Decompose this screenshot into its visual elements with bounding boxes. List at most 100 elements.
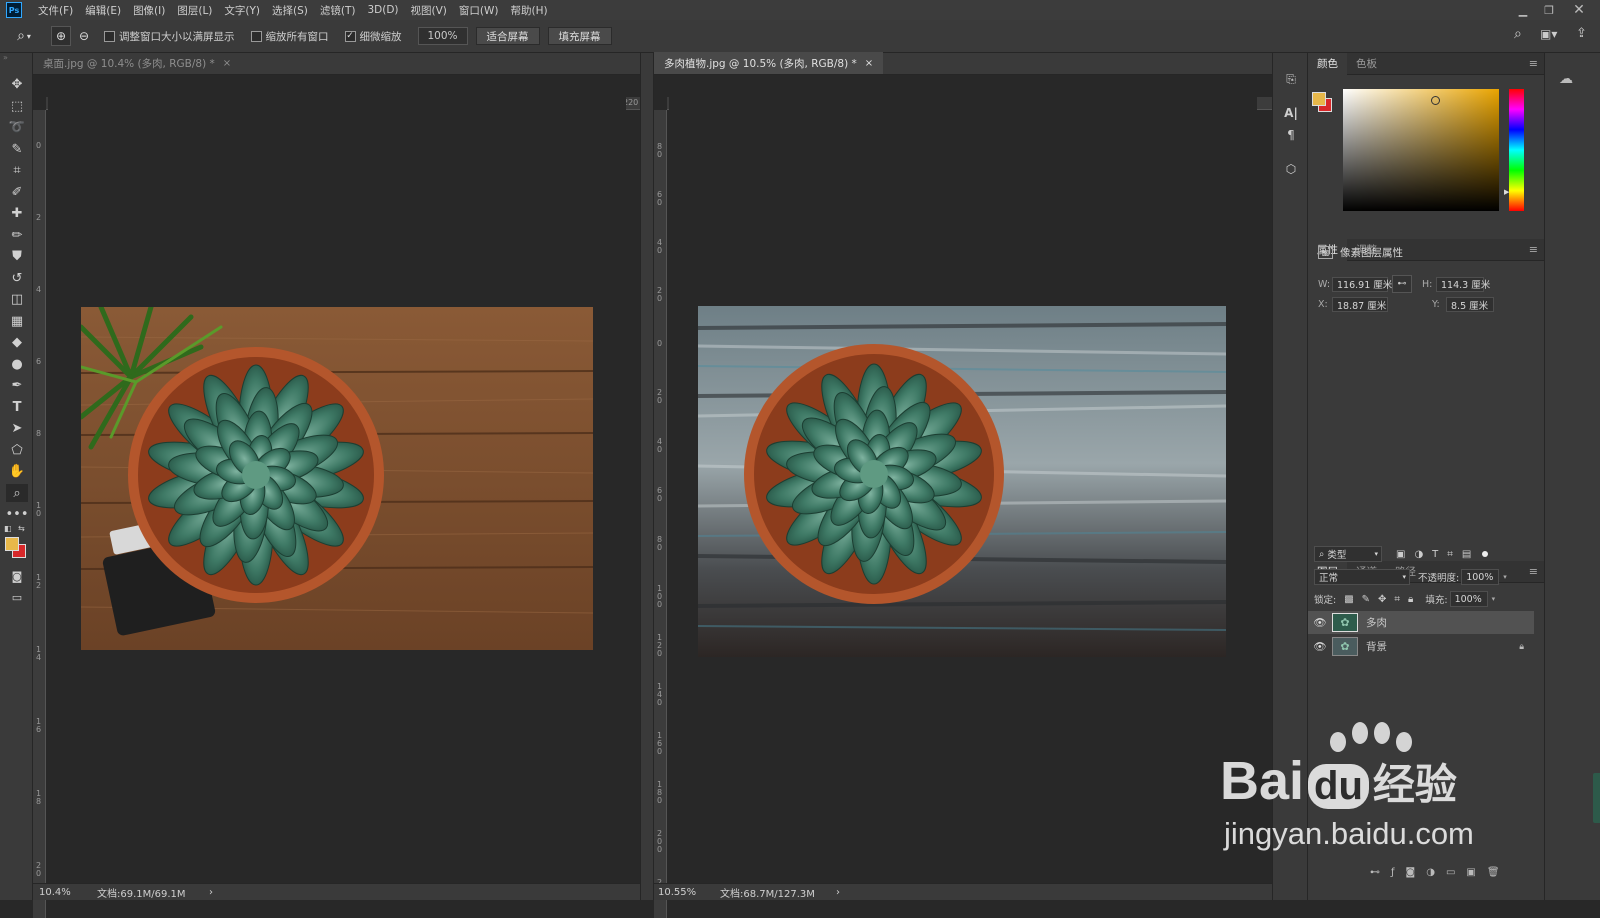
hue-slider[interactable] — [1509, 89, 1524, 211]
side-tab[interactable] — [1593, 773, 1600, 823]
menu-view[interactable]: 视图(V) — [405, 3, 453, 18]
menu-file[interactable]: 文件(F) — [32, 3, 79, 18]
visibility-eye-icon[interactable]: 👁︎ — [1308, 616, 1332, 629]
menu-type[interactable]: 文字(Y) — [218, 3, 266, 18]
x-field[interactable]: 18.87 厘米 — [1332, 297, 1388, 312]
resize-windows-checkbox[interactable]: 调整窗口大小以满屏显示 — [104, 29, 235, 44]
fill-field[interactable]: 100% — [1449, 591, 1488, 607]
type-tool-icon[interactable]: T — [6, 398, 28, 416]
blur-tool-icon[interactable]: ◆ — [6, 333, 28, 351]
zoom-tool-icon[interactable]: ⌕ — [6, 484, 28, 502]
quick-mask-icon[interactable]: ◙ — [6, 567, 28, 585]
doc2-canvas[interactable] — [669, 88, 1257, 883]
checkbox-checked[interactable]: ✓ — [344, 30, 356, 42]
layer-row-succulent[interactable]: 👁︎ ✿ 多肉 — [1308, 611, 1534, 634]
checkbox-box[interactable] — [104, 30, 115, 42]
quick-select-tool-icon[interactable]: ✎ — [6, 140, 28, 158]
panel-menu-icon[interactable]: ≡ — [1529, 243, 1538, 256]
color-picker-field[interactable] — [1343, 89, 1499, 211]
fill-screen-button[interactable]: 填充屏幕 — [547, 27, 612, 45]
zoom-tool-preset-icon[interactable]: ⌕ ▾ — [0, 28, 48, 44]
layer-name[interactable]: 多肉 — [1366, 615, 1387, 630]
history-brush-tool-icon[interactable]: ↺ — [6, 269, 28, 287]
panel-menu-icon[interactable]: ≡ — [1529, 57, 1538, 70]
layer-filter-select[interactable]: ⌕ 类型 ▾ — [1314, 546, 1382, 562]
tab-swatches[interactable]: 色板 — [1347, 53, 1386, 75]
opacity-chevron-icon[interactable]: ▾ — [1503, 573, 1507, 581]
zoom-out-icon[interactable]: ⊖ — [74, 26, 94, 46]
menu-edit[interactable]: 编辑(E) — [79, 3, 127, 18]
height-field[interactable]: 114.3 厘米 — [1436, 276, 1490, 292]
path-selection-tool-icon[interactable]: ➤ — [6, 419, 28, 437]
menu-layer[interactable]: 图层(L) — [171, 3, 218, 18]
visibility-eye-icon[interactable]: 👁︎ — [1308, 640, 1332, 653]
menu-window[interactable]: 窗口(W) — [453, 3, 505, 18]
swap-colors-icon[interactable]: ⇆ — [18, 524, 25, 533]
eyedropper-tool-icon[interactable]: ✐ — [6, 183, 28, 201]
character-panel-icon[interactable]: A| — [1281, 103, 1301, 123]
close-tab-icon[interactable]: × — [223, 58, 231, 69]
menu-filter[interactable]: 滤镜(T) — [314, 3, 362, 18]
zoom-in-icon[interactable]: ⊕ — [51, 26, 71, 46]
color-picker-cursor[interactable] — [1431, 96, 1440, 105]
fill-chevron-icon[interactable]: ▾ — [1492, 595, 1496, 603]
layer-actions-icons[interactable]: ⊷ƒ◙◑▭▣🗑︎ — [1370, 867, 1511, 878]
y-field[interactable]: 8.5 厘米 — [1446, 297, 1494, 312]
foreground-color-swatch[interactable] — [5, 537, 19, 551]
doc2-status-arrow-icon[interactable]: › — [836, 887, 840, 898]
link-dimensions-icon[interactable]: ⊷ — [1392, 275, 1412, 293]
search-icon[interactable]: ⌕ — [1514, 26, 1522, 42]
fit-screen-button[interactable]: 适合屏幕 — [475, 27, 540, 45]
workspace-icon[interactable]: ▣▾ — [1540, 27, 1557, 41]
libraries-icon[interactable]: ☁ — [1559, 71, 1573, 87]
menu-image[interactable]: 图像(I) — [127, 3, 171, 18]
paragraph-panel-icon[interactable]: ¶ — [1281, 125, 1301, 145]
blend-mode-select[interactable]: 正常 ▾ — [1314, 569, 1410, 585]
dodge-tool-icon[interactable]: ● — [6, 355, 28, 373]
default-colors-icon[interactable]: ◧ — [4, 524, 12, 533]
shape-tool-icon[interactable]: ⬠ — [6, 441, 28, 459]
layer-name[interactable]: 背景 — [1366, 639, 1387, 654]
move-tool-icon[interactable]: ✥ — [6, 75, 28, 93]
more-tools-icon[interactable]: ••• — [6, 505, 29, 523]
menu-3d[interactable]: 3D(D) — [361, 4, 404, 16]
width-field[interactable]: 116.91 厘米 — [1332, 276, 1392, 292]
3d-panel-icon[interactable]: ⬡ — [1281, 159, 1301, 179]
lasso-tool-icon[interactable]: ➰ — [6, 118, 28, 136]
menu-select[interactable]: 选择(S) — [266, 3, 314, 18]
doc1-zoom-readout[interactable]: 10.4% — [33, 887, 97, 898]
tab-color[interactable]: 颜色 — [1308, 52, 1347, 75]
doc2-zoom-readout[interactable]: 10.55% — [654, 887, 720, 898]
scrubby-zoom-checkbox[interactable]: ✓ 细微缩放 — [344, 29, 402, 44]
crop-tool-icon[interactable]: ⌗ — [6, 161, 28, 179]
lock-icons[interactable]: ▩✎✥⌗🔒︎ — [1344, 594, 1421, 605]
pen-tool-icon[interactable]: ✒ — [6, 376, 28, 394]
zoom-percent-field[interactable]: 100% — [417, 27, 468, 45]
doc1-status-arrow-icon[interactable]: › — [209, 887, 213, 898]
marquee-tool-icon[interactable]: ⬚ — [6, 97, 28, 115]
brush-tool-icon[interactable]: ✏ — [6, 226, 28, 244]
hand-tool-icon[interactable]: ✋ — [6, 462, 28, 480]
screen-mode-icon[interactable]: ▭ — [6, 588, 28, 606]
history-panel-icon[interactable]: ⎘ — [1281, 69, 1301, 89]
hue-slider-handle[interactable]: ▶ — [1504, 188, 1509, 196]
layer-row-background[interactable]: 👁︎ ✿ 背景 🔒︎ — [1308, 635, 1534, 658]
close-tab-icon[interactable]: × — [865, 58, 873, 69]
layer-filter-icons[interactable]: ▣◑T⌗▤ — [1396, 549, 1480, 560]
document-splitter[interactable] — [640, 53, 654, 900]
healing-brush-tool-icon[interactable]: ✚ — [6, 204, 28, 222]
doc2-tab[interactable]: 多肉植物.jpg @ 10.5% (多肉, RGB/8) * × — [654, 52, 884, 74]
menu-help[interactable]: 帮助(H) — [505, 3, 554, 18]
doc1-canvas[interactable] — [48, 88, 626, 883]
zoom-all-windows-checkbox[interactable]: 缩放所有窗口 — [250, 29, 329, 44]
gradient-tool-icon[interactable]: ▦ — [6, 312, 28, 330]
eraser-tool-icon[interactable]: ◫ — [6, 290, 28, 308]
minimize-icon[interactable]: ▁ — [1510, 0, 1536, 20]
clone-stamp-tool-icon[interactable]: ⛊ — [6, 247, 28, 265]
checkbox-box[interactable] — [250, 30, 262, 42]
panel-fg-swatch[interactable] — [1312, 92, 1326, 106]
filter-toggle-icon[interactable] — [1482, 551, 1489, 557]
share-icon[interactable]: ⇪ — [1576, 26, 1587, 41]
doc1-tab[interactable]: 桌面.jpg @ 10.4% (多肉, RGB/8) * × — [33, 52, 241, 74]
opacity-field[interactable]: 100% — [1461, 569, 1500, 585]
